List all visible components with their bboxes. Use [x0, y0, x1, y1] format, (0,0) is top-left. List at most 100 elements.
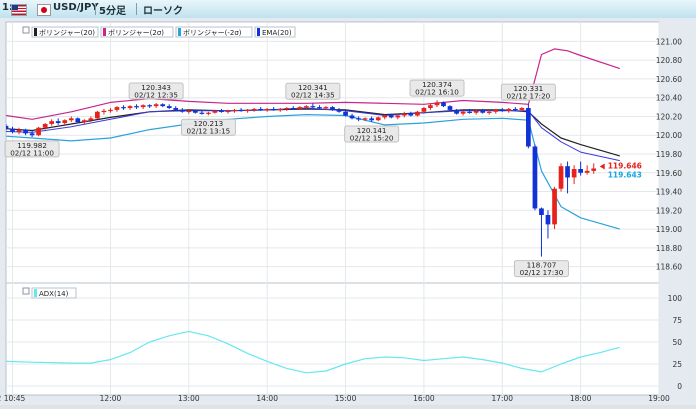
x-tick-label: 12:00 [100, 394, 122, 403]
candle-body [10, 128, 15, 132]
ask-price-label: 119.643 [608, 170, 642, 179]
y-tick-label: 50 [672, 338, 682, 347]
x-tick-label: 16:00 [413, 394, 435, 403]
adx-legend: ADX(14) [31, 287, 77, 299]
candle-body [408, 113, 414, 116]
legend-swatch [257, 28, 260, 36]
candle-body [49, 121, 55, 124]
candle-body [388, 115, 394, 118]
jp-flag-icon [37, 4, 51, 16]
x-tick-label: 02/12 10:45 [0, 394, 26, 403]
legend-label: ボリンジャー(20) [39, 29, 95, 37]
candle-body [264, 108, 270, 111]
candle-body [238, 109, 244, 112]
y-tick-label: 120.20 [656, 112, 682, 121]
candle-body [519, 108, 525, 110]
candle-body [356, 118, 361, 120]
candle-body [545, 215, 551, 225]
annotation-time: 02/12 13:15 [187, 127, 231, 136]
candle-body [336, 109, 342, 112]
annotation-time: 02/12 15:20 [350, 133, 394, 142]
candle-body [75, 118, 81, 123]
candle-body [532, 146, 538, 209]
candle-body [486, 111, 492, 113]
legend-swatch [34, 289, 37, 297]
main-legend: ボリンジャー(20) ボリンジャー(2σ) ボリンジャー(-2σ) EMA(20) [31, 26, 296, 38]
candle-body [258, 108, 264, 111]
legend-swatch [103, 28, 106, 36]
candle-body [499, 109, 505, 112]
candle-body [82, 120, 87, 123]
candle-body [369, 118, 374, 121]
candle-body [591, 168, 597, 171]
candle-body [232, 109, 237, 112]
candle-body [186, 110, 192, 113]
candle-body [199, 112, 205, 114]
candle-body [153, 104, 159, 107]
candle-body [212, 110, 218, 113]
candle-body [323, 107, 329, 109]
candle-body [467, 111, 472, 113]
candle-body [447, 106, 453, 110]
candle-body [121, 107, 126, 109]
chart-style-selector[interactable]: ローソク [143, 2, 183, 17]
y-tick-label: 0 [677, 382, 682, 391]
legend-label: EMA(20) [262, 29, 292, 37]
candle-body [428, 105, 433, 109]
x-tick-label: 14:00 [256, 394, 278, 403]
annotation-time: 02/12 16:10 [415, 88, 459, 97]
candle-body [55, 121, 61, 124]
adx-plot-area [5, 282, 660, 396]
chart-frame: 119.982 02/12 11:00 120.343 02/12 12:35 120.… [0, 18, 696, 405]
candle-body [304, 106, 309, 108]
candle-body [362, 118, 368, 120]
candle-body [558, 166, 564, 189]
timeframe-selector[interactable]: 5分足 [99, 2, 126, 17]
x-tick-label: 18:00 [570, 394, 592, 403]
candle-body [454, 109, 459, 114]
y-tick-label: 120.00 [656, 131, 682, 140]
y-tick-label: 75 [672, 316, 682, 325]
candle-body [127, 106, 133, 109]
candle-body [16, 129, 22, 132]
candle-body [166, 106, 172, 109]
candle-body [460, 111, 466, 114]
candle-body [271, 108, 277, 111]
candle-body [552, 188, 557, 225]
candle-body [62, 120, 68, 124]
toolbar-divider [95, 3, 96, 15]
y-tick-label: 119.80 [656, 150, 682, 159]
x-tick-label: 13:00 [178, 394, 200, 403]
candle-body [571, 169, 577, 178]
candle-body [251, 108, 257, 111]
legend-label: ADX(14) [39, 290, 69, 298]
candle-body [95, 111, 100, 119]
candle-body [245, 109, 250, 112]
annotation-time: 02/12 17:20 [507, 92, 551, 101]
chart-window: 1: USD/JPY 5分足 ローソク 119.982 02/12 11:00 12… [0, 0, 696, 405]
candle-body [101, 110, 107, 113]
main-panel-toggle[interactable] [22, 26, 30, 34]
x-tick-label: 17:00 [491, 394, 513, 403]
candle-body [6, 125, 9, 129]
legend-swatch [34, 28, 37, 36]
candle-body [382, 115, 388, 118]
candle-body [68, 118, 74, 121]
candle-body [310, 106, 316, 108]
candle-body [192, 110, 198, 113]
adx-panel-toggle[interactable] [22, 287, 30, 295]
candle-body [343, 111, 348, 116]
y-tick-label: 118.80 [656, 244, 682, 253]
symbol-label[interactable]: USD/JPY [53, 2, 99, 13]
candle-body [317, 107, 322, 109]
y-tick-label: 119.60 [656, 169, 682, 178]
y-tick-label: 121.00 [656, 37, 682, 46]
candle-body [277, 108, 283, 111]
candle-body [42, 123, 48, 128]
y-tick-label: 100 [668, 294, 683, 303]
candle-body [421, 108, 427, 112]
candle-body [134, 106, 139, 108]
candle-body [179, 109, 185, 112]
y-tick-label: 118.60 [656, 263, 682, 272]
candle-body [584, 170, 590, 173]
